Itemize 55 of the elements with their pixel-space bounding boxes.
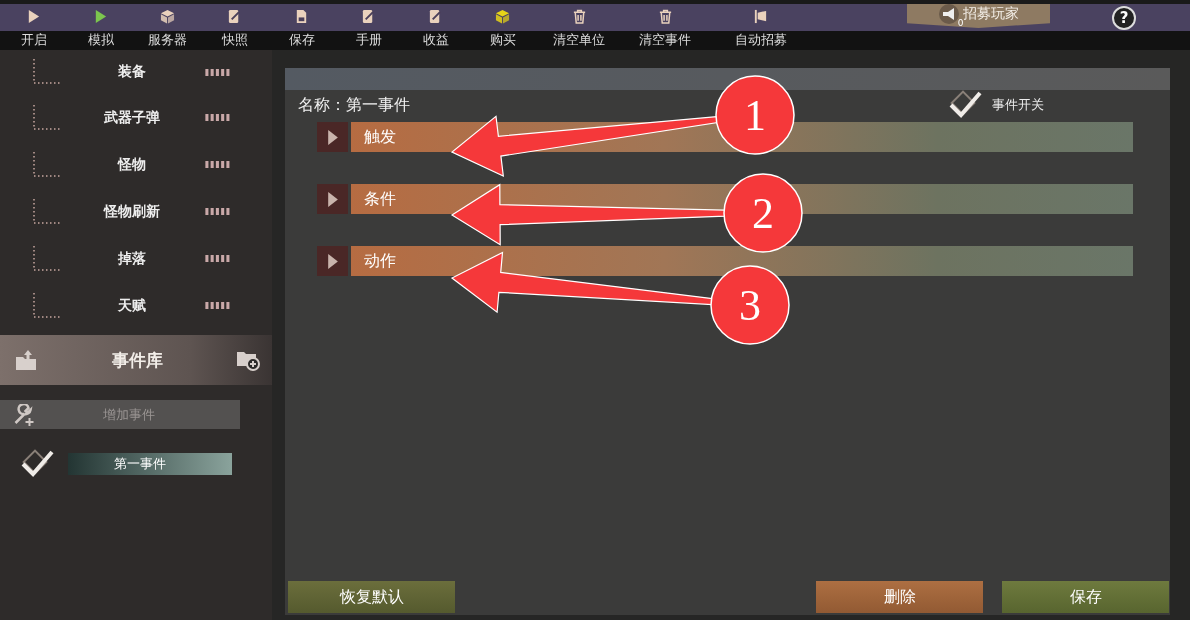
tree-connector [32, 59, 62, 85]
action-button[interactable]: 保存 [1002, 581, 1169, 613]
action-button[interactable]: 删除 [816, 581, 983, 613]
checkbox[interactable] [20, 449, 54, 479]
drag-handle-icon[interactable] [205, 161, 232, 168]
expand-button[interactable] [317, 246, 348, 276]
checkbox[interactable] [948, 90, 982, 120]
toolbar-button[interactable]: 保存 [268, 0, 335, 50]
event-name-label: 名称：第一事件 [298, 94, 410, 116]
megaphone-icon [938, 4, 959, 24]
toolbar-button[interactable]: 清空单位 [536, 0, 622, 50]
expand-button[interactable] [317, 184, 348, 214]
drag-handle-icon[interactable] [205, 302, 232, 309]
caret-icon [327, 129, 338, 145]
caret-icon [327, 191, 338, 207]
tree-item[interactable]: 装备 [62, 63, 202, 81]
toolbar-button[interactable]: 自动招募 [708, 0, 813, 50]
tree-item[interactable]: 武器子弹 [62, 108, 202, 127]
count-label: 0 [957, 18, 964, 28]
callout-number: 2 [723, 173, 803, 253]
tree-connector [32, 292, 62, 319]
event-item[interactable]: 第一事件 [68, 453, 232, 475]
tree-connector [32, 245, 62, 272]
toolbar-button[interactable]: 模拟 [67, 0, 134, 50]
toolbar-button[interactable]: 购买 [469, 0, 536, 50]
callout-number: 3 [710, 265, 790, 345]
drag-handle-icon[interactable] [205, 208, 232, 215]
section-header[interactable]: 动作 [351, 246, 1133, 276]
tree-connector [32, 104, 62, 131]
drag-handle-icon[interactable] [205, 255, 232, 262]
help-button[interactable]: ? [1112, 6, 1136, 30]
toolbar-button[interactable]: 手册 [335, 0, 402, 50]
action-button[interactable]: 恢复默认 [288, 581, 455, 613]
wrench-plus-icon [12, 403, 37, 426]
toggle-label: 事件开关 [992, 96, 1044, 114]
caret-icon [327, 253, 338, 269]
recruit-players-tab[interactable]: 0 招募玩家 [907, 4, 1050, 28]
tree-item[interactable]: 怪物 [62, 155, 202, 174]
tree-connector [32, 151, 62, 178]
folder-upload-icon[interactable] [14, 349, 38, 371]
tree-item[interactable]: 怪物刷新 [62, 202, 202, 221]
tree-item[interactable]: 掉落 [62, 249, 202, 268]
toolbar-button[interactable]: 清空事件 [622, 0, 708, 50]
tree-connector [32, 198, 62, 225]
callout-number: 1 [715, 75, 795, 155]
tree-item[interactable]: 天赋 [62, 296, 202, 315]
toolbar-button[interactable]: 开启 [0, 0, 67, 50]
toolbar-button[interactable]: 服务器 [134, 0, 201, 50]
library-title: 事件库 [111, 348, 163, 372]
toolbar-button[interactable]: 快照 [201, 0, 268, 50]
drag-handle-icon[interactable] [205, 114, 232, 121]
folder-add-icon[interactable] [236, 349, 260, 371]
drag-handle-icon[interactable] [205, 68, 232, 76]
expand-button[interactable] [317, 122, 348, 152]
toolbar-button[interactable]: 收益 [402, 0, 469, 50]
